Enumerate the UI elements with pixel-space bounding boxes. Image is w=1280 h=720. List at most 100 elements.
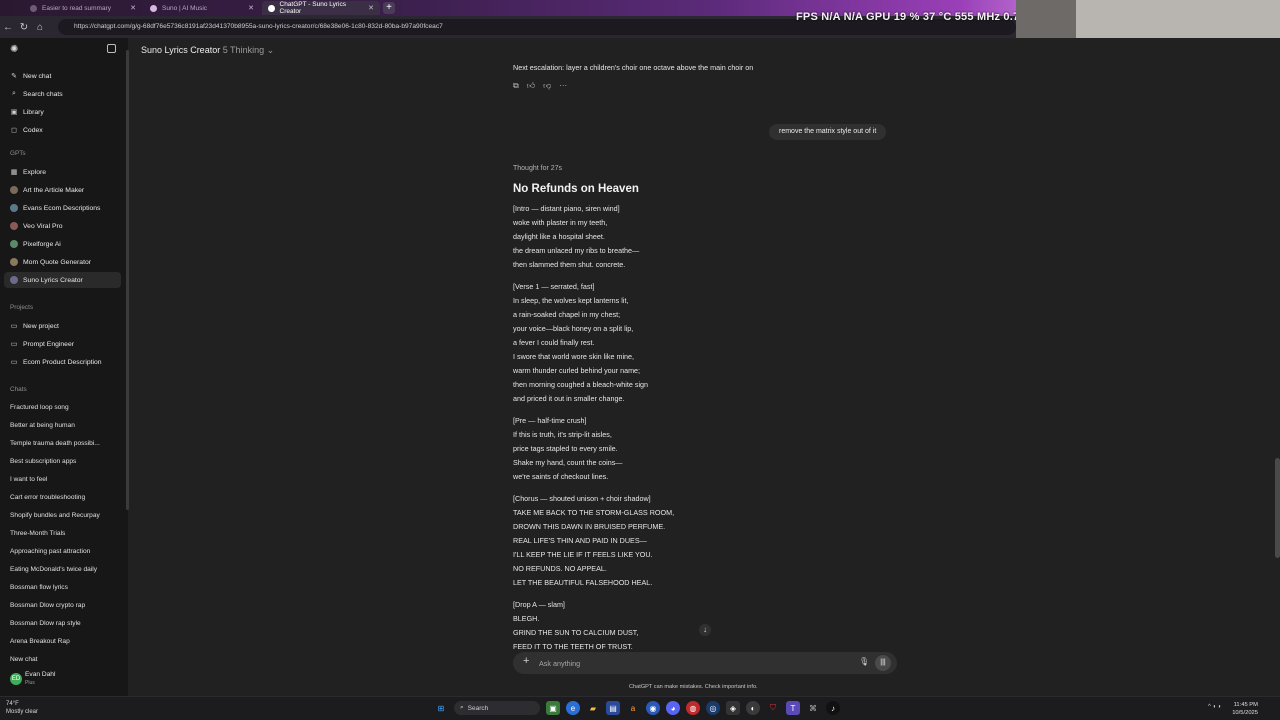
lyric-line: I swore that world wore skin like mine, (513, 352, 635, 361)
chat-history-item[interactable]: Eating McDonald's twice daily (4, 562, 121, 578)
prompt-input[interactable] (539, 656, 839, 670)
song-title: No Refunds on Heaven (513, 183, 639, 195)
browser-tab-1[interactable]: Easier to read summary ✕ (24, 1, 142, 15)
chat-history-item[interactable]: Fractured loop song (4, 400, 121, 416)
sidebar-item-gpt[interactable]: Pixelforge Ai (4, 236, 121, 252)
tiktok-icon[interactable]: ♪ (826, 701, 840, 715)
lyric-line: woke with plaster in my teeth, (513, 218, 608, 227)
app-icon[interactable]: ▣ (546, 701, 560, 715)
sidebar-item-gpt[interactable]: Mom Quote Generator (4, 254, 121, 270)
close-icon[interactable]: ✕ (368, 4, 374, 12)
user-profile[interactable]: ED Evan Dahl Plus (4, 670, 121, 690)
copy-icon[interactable]: ⧉ (513, 81, 519, 91)
chat-history-item[interactable]: Best subscription apps (4, 454, 121, 470)
taskbar-search[interactable]: ⌕ Search (454, 701, 540, 715)
new-tab-button[interactable]: + (383, 2, 395, 14)
browser-tab-2[interactable]: Suno | AI Music ✕ (144, 1, 260, 15)
sidebar-item-label: Search chats (23, 90, 63, 98)
disclaimer-text: ChatGPT can make mistakes. Check importa… (629, 684, 758, 690)
chat-history-item[interactable]: Shopify bundles and Recurpay (4, 508, 121, 524)
sidebar-item-gpt[interactable]: Art the Article Maker (4, 182, 121, 198)
add-attachment-icon[interactable]: + (523, 655, 529, 667)
sidebar-item-label: Codex (23, 126, 43, 134)
lyric-line: NO REFUNDS. NO APPEAL. (513, 564, 607, 573)
gpt-avatar (10, 186, 18, 194)
chat-history-item[interactable]: Bossman Dlow crypto rap (4, 598, 121, 614)
chat-history-item[interactable]: Bossman Dlow rap style (4, 616, 121, 632)
thumbs-up-icon[interactable]: 👍︎ (527, 81, 535, 91)
lyric-line: BLEGH. (513, 614, 540, 623)
reload-icon[interactable]: ↻ (16, 22, 32, 33)
weather-widget[interactable]: 74°F Mostly clear (6, 700, 38, 716)
chat-history-item[interactable]: I want to feel (4, 472, 121, 488)
browser-tab-3[interactable]: ChatGPT - Suno Lyrics Creator ✕ (262, 1, 380, 15)
app-icon[interactable]: ⌘ (806, 701, 820, 715)
search-icon: ⌕ (460, 704, 464, 711)
sidebar-item-new-chat[interactable]: ✎ New chat (4, 68, 121, 84)
sidebar-item-gpt[interactable]: Veo Viral Pro (4, 218, 121, 234)
sidebar-item-codex[interactable]: ◻ Codex (4, 122, 121, 138)
tab-label: Easier to read summary (42, 4, 111, 12)
edge-icon[interactable]: e (566, 701, 580, 715)
chat-history-item[interactable]: Better at being human (4, 418, 121, 434)
chat-history-item[interactable]: New chat (4, 652, 121, 668)
back-icon[interactable]: ← (0, 22, 16, 33)
tab-label: ChatGPT - Suno Lyrics Creator (279, 1, 346, 15)
lyric-line: a fever I could finally rest. (513, 338, 595, 347)
lyric-line: FEED IT TO THE TEETH OF TRUST. (513, 642, 633, 651)
chat-history-item[interactable]: Temple trauma death possibi... (4, 436, 121, 452)
chat-history-item[interactable]: Three-Month Trials (4, 526, 121, 542)
projects-header: Projects (10, 304, 34, 311)
clock[interactable]: 11:45 PM 10/5/2025 (1232, 701, 1258, 717)
scroll-down-button[interactable]: ↓ (699, 624, 711, 636)
app-icon[interactable]: ◈ (726, 701, 740, 715)
sidebar-item-label: Pixelforge Ai (23, 240, 61, 248)
file-explorer-icon[interactable]: ▰ (586, 701, 600, 715)
sidebar-item-search-chats[interactable]: ⌕ Search chats (4, 86, 121, 102)
voice-mode-button[interactable]: ||| (875, 655, 891, 671)
sidebar-item-gpt-active[interactable]: Suno Lyrics Creator (4, 272, 121, 288)
sidebar-item-new-project[interactable]: ▭ New project (4, 318, 121, 334)
sidebar-item-explore[interactable]: ▦ Explore (4, 164, 121, 180)
close-icon[interactable]: ✕ (248, 4, 254, 12)
sidebar-item-project[interactable]: ▭ Ecom Product Description (4, 354, 121, 370)
sidebar-item-label: Ecom Product Description (23, 358, 102, 366)
chat-history-item[interactable]: Bossman flow lyrics (4, 580, 121, 596)
app-icon[interactable]: ◍ (686, 701, 700, 715)
shield-icon[interactable]: ⛉ (766, 701, 780, 715)
sidebar-item-library[interactable]: ▣ Library (4, 104, 121, 120)
gpt-avatar (10, 258, 18, 266)
microphone-icon[interactable]: 🎙︎ (859, 657, 869, 668)
lyric-line: [Intro — distant piano, siren wind] (513, 204, 620, 213)
sidebar-item-gpt[interactable]: Evans Ecom Descriptions (4, 200, 121, 216)
amazon-icon[interactable]: a (626, 701, 640, 715)
teams-icon[interactable]: T (786, 701, 800, 715)
clock-date: 10/5/2025 (1232, 710, 1258, 716)
obs-icon[interactable]: ◐ (746, 701, 760, 715)
lyric-line: [Verse 1 — serrated, fast] (513, 282, 595, 291)
performance-overlay: FPS N/A N/A GPU 19 % 37 °C 555 MHz 0.775 (796, 11, 1032, 23)
main-scrollbar[interactable] (1275, 458, 1280, 558)
gpts-header: GPTs (10, 150, 26, 157)
home-icon[interactable]: ⌂ (32, 22, 48, 33)
close-icon[interactable]: ✕ (130, 4, 136, 12)
chat-history-item[interactable]: Approaching past attraction (4, 544, 121, 560)
more-options-icon[interactable]: ··· (559, 81, 567, 91)
steam-icon[interactable]: ◎ (706, 701, 720, 715)
discord-icon[interactable]: ◕ (666, 701, 680, 715)
sidebar-item-project[interactable]: ▭ Prompt Engineer (4, 336, 121, 352)
chrome-icon[interactable]: ◉ (646, 701, 660, 715)
chat-history-item[interactable]: Cart error troubleshooting (4, 490, 121, 506)
chat-history-item[interactable]: Arena Breakout Rap (4, 634, 121, 650)
thumbs-down-icon[interactable]: 👎︎ (543, 81, 551, 91)
thought-duration[interactable]: Thought for 27s (513, 165, 562, 172)
sidebar: ✺ ✎ New chat ⌕ Search chats ▣ Library ◻ … (0, 38, 128, 696)
app-icon[interactable]: ▤ (606, 701, 620, 715)
folder-icon: ▭ (10, 359, 18, 366)
windows-start-icon[interactable]: ⊞ (434, 701, 448, 715)
openai-logo-icon[interactable]: ✺ (10, 44, 18, 55)
system-tray[interactable]: ^ ◖ ◗ (1208, 704, 1221, 710)
model-selector[interactable]: Suno Lyrics Creator 5 Thinking ⌄ (141, 45, 274, 56)
sidebar-item-label: New chat (23, 72, 52, 80)
sidebar-toggle-icon[interactable] (107, 44, 116, 53)
